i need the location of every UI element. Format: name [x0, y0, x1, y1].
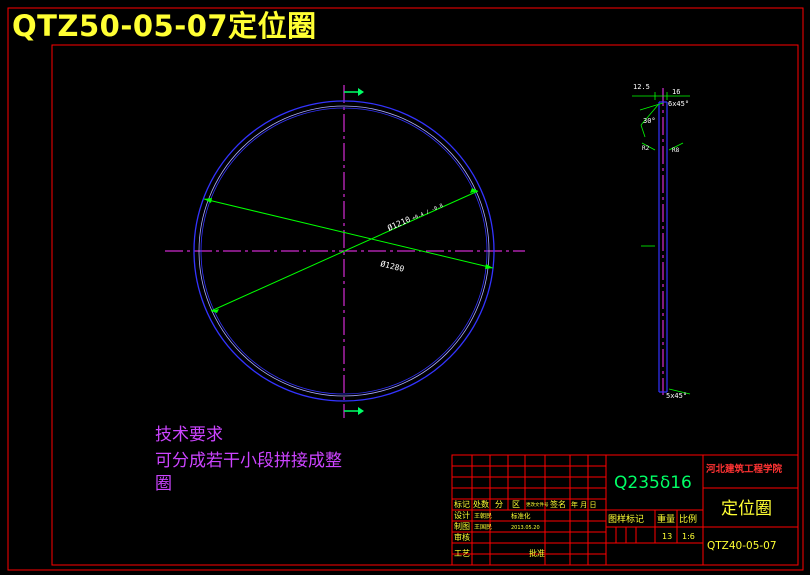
- weight-label: 重量: [657, 513, 675, 525]
- requirements-line-2: 圈: [155, 474, 172, 494]
- material: Q235δ16: [614, 473, 692, 493]
- role-design: 设计: [454, 510, 470, 520]
- ring-side-view: 12.5 16 6x45° 30° R2 R8 5x45°: [632, 83, 691, 400]
- section-arrow-top: [358, 88, 364, 96]
- side-mark-right: R8: [672, 147, 680, 154]
- dim-outer-tolerance: +0.4 / -0.8: [411, 203, 444, 222]
- section-arrow-bottom: [358, 407, 364, 415]
- engineering-drawing: Ø1210 +0.4 / -0.8 Ø1280 12.5 16 6x45° 30…: [7, 7, 804, 571]
- scale-label: 比例: [679, 513, 697, 525]
- role-process: 工艺: [454, 549, 470, 558]
- hdr-change-no: 更改文件号: [526, 501, 549, 508]
- hdr-region: 区: [512, 500, 520, 509]
- draw-date: 2013.05.20: [511, 525, 540, 531]
- school-name: 河北建筑工程学院: [706, 463, 783, 475]
- weight-value: 13: [662, 532, 672, 541]
- role-approve: 批准: [529, 548, 545, 558]
- role-drawing: 制图: [454, 521, 470, 531]
- ring-plan-view: Ø1210 +0.4 / -0.8 Ø1280: [165, 85, 525, 418]
- side-dim-top-right: 16: [672, 88, 680, 96]
- side-angle: 30°: [643, 117, 656, 125]
- role-review: 审核: [454, 532, 470, 542]
- part-name: 定位圈: [721, 499, 772, 519]
- side-chamfer-bottom: 5x45°: [666, 392, 687, 400]
- hdr-zone: 分: [495, 500, 503, 509]
- side-dim-top-left: 12.5: [633, 83, 650, 91]
- stage-label: 图样标记: [608, 513, 644, 525]
- side-mark-left: R2: [642, 145, 650, 152]
- diameter-dim-line-1: [203, 198, 494, 269]
- role-standard: 标准化: [511, 511, 531, 520]
- hdr-date: 年 月 日: [571, 500, 596, 509]
- dim-outer-diameter: Ø1210: [386, 214, 412, 233]
- hdr-signature: 签名: [550, 499, 566, 509]
- hdr-mark: 标记: [454, 499, 470, 509]
- requirements-line-1: 可分成若干小段拼接成整: [155, 451, 342, 471]
- requirements-heading: 技术要求: [155, 425, 223, 445]
- dim-inner-diameter: Ø1280: [380, 258, 406, 274]
- side-chamfer-top: 6x45°: [668, 100, 689, 108]
- drafter-name: 王国民: [474, 524, 492, 531]
- drawing-number: QTZ40-05-07: [707, 540, 777, 552]
- scale-value: 1:6: [682, 532, 695, 541]
- hdr-count: 处数: [473, 499, 489, 509]
- designer-name: 王朝民: [474, 512, 492, 520]
